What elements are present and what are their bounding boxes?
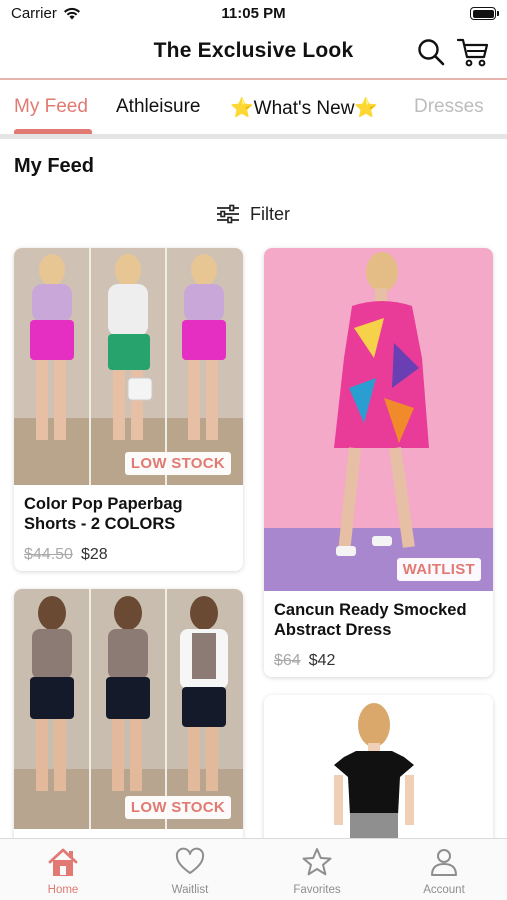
status-bar: Carrier 11:05 PM — [0, 0, 507, 28]
filter-label: Filter — [250, 203, 290, 224]
person-icon — [431, 849, 457, 876]
nav-waitlist-label: Waitlist — [171, 884, 209, 896]
nav-account-label: Account — [423, 884, 465, 896]
product-image[interactable]: LOW STOCK — [14, 589, 243, 829]
search-icon[interactable] — [416, 37, 446, 67]
section-title: My Feed — [14, 155, 95, 177]
tab-dresses[interactable]: Dresses — [414, 96, 484, 118]
category-tabs: My Feed Athleisure ⭐What's New⭐ Dresses — [0, 80, 507, 136]
product-photo — [14, 248, 243, 485]
product-card[interactable] — [264, 695, 493, 849]
nav-account[interactable]: Account — [381, 839, 507, 900]
product-title[interactable]: Color Pop Paperbag Shorts - 2 COLORS — [24, 494, 233, 534]
status-time: 11:05 PM — [221, 5, 286, 22]
nav-waitlist[interactable]: Waitlist — [127, 839, 253, 900]
sale-price: $42 — [308, 652, 336, 669]
product-image[interactable] — [264, 695, 493, 849]
price-row: $44.50 $28 — [24, 546, 233, 564]
stock-badge: LOW STOCK — [124, 796, 231, 819]
product-card[interactable]: LOW STOCK — [14, 589, 243, 849]
product-title[interactable]: Cancun Ready Smocked Abstract Dress — [274, 600, 483, 640]
sale-price: $28 — [80, 546, 108, 563]
product-image[interactable]: LOW STOCK — [14, 248, 243, 485]
price-row: $64 $42 — [274, 652, 483, 670]
tab-my-feed[interactable]: My Feed — [14, 96, 88, 118]
tab-whats-new[interactable]: ⭐What's New⭐ — [230, 96, 378, 120]
nav-home-label: Home — [47, 884, 79, 896]
nav-favorites-label: Favorites — [293, 884, 341, 896]
heart-icon — [175, 847, 205, 874]
waitlist-badge: WAITLIST — [396, 558, 481, 581]
tabs-divider — [0, 134, 507, 139]
product-card[interactable]: WAITLIST Cancun Ready Smocked Abstract D… — [264, 248, 493, 677]
original-price: $44.50 — [24, 546, 73, 563]
product-photo — [264, 695, 493, 849]
product-photo — [14, 589, 243, 829]
bottom-nav: Home Waitlist Favorites Account — [0, 838, 507, 900]
product-card[interactable]: LOW STOCK Color Pop Paperbag Shorts - 2 … — [14, 248, 243, 571]
nav-home[interactable]: Home — [0, 839, 126, 900]
star-icon — [302, 848, 332, 876]
product-photo — [264, 248, 493, 591]
nav-favorites[interactable]: Favorites — [254, 839, 380, 900]
original-price: $64 — [274, 652, 301, 669]
stock-badge: LOW STOCK — [124, 452, 231, 475]
nav-header: The Exclusive Look — [0, 28, 507, 78]
filter-icon — [217, 204, 239, 224]
cart-icon[interactable] — [456, 36, 490, 68]
home-icon — [48, 848, 78, 876]
filter-button[interactable]: Filter — [216, 202, 290, 226]
battery-icon — [470, 7, 499, 20]
tab-athleisure[interactable]: Athleisure — [116, 96, 201, 118]
product-image[interactable]: WAITLIST — [264, 248, 493, 591]
